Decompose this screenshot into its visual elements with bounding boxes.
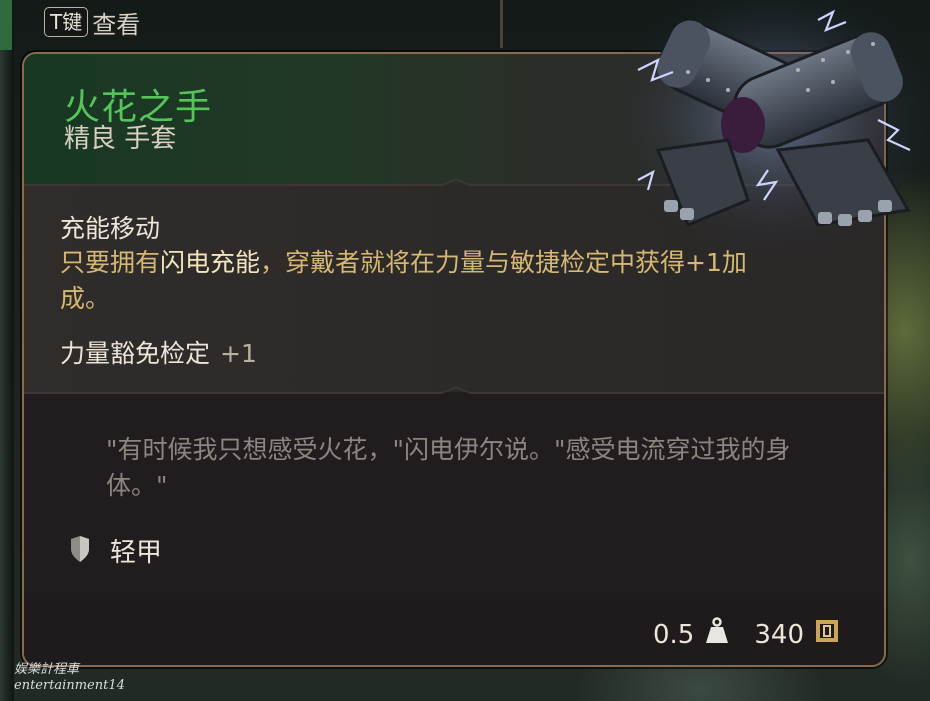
weight-value: 0.5 (653, 619, 695, 650)
watermark: 娱樂計程車 entertainment14 (14, 662, 125, 693)
keybind-hint[interactable]: T键 查看 (44, 0, 140, 44)
perk-title: 充能移动 (60, 214, 161, 243)
price-value: 340 (754, 619, 804, 650)
lightning-charge-link[interactable]: 闪电充能 (160, 248, 260, 277)
keybind-hint-label: 查看 (92, 10, 141, 39)
gold-coin-icon (814, 618, 840, 651)
weight-icon (704, 617, 730, 652)
left-panel-edge (0, 0, 14, 701)
shield-icon (68, 535, 92, 567)
top-divider (500, 0, 503, 48)
section-divider (24, 386, 884, 400)
lightning-gloves-icon (618, 0, 930, 260)
flavor-quote: "有时候我只想感受火花，"闪电伊尔说。"感受电流穿过我的身体。" (106, 435, 791, 500)
saving-throw-bonus: 力量豁免检定 +1 (60, 339, 257, 368)
armor-type: 轻甲 (68, 532, 162, 569)
item-stats: 0.5 340 (653, 617, 840, 652)
armor-type-label: 轻甲 (110, 538, 163, 568)
item-rarity-type: 精良 手套 (64, 124, 177, 154)
key-badge: T键 (44, 7, 89, 37)
